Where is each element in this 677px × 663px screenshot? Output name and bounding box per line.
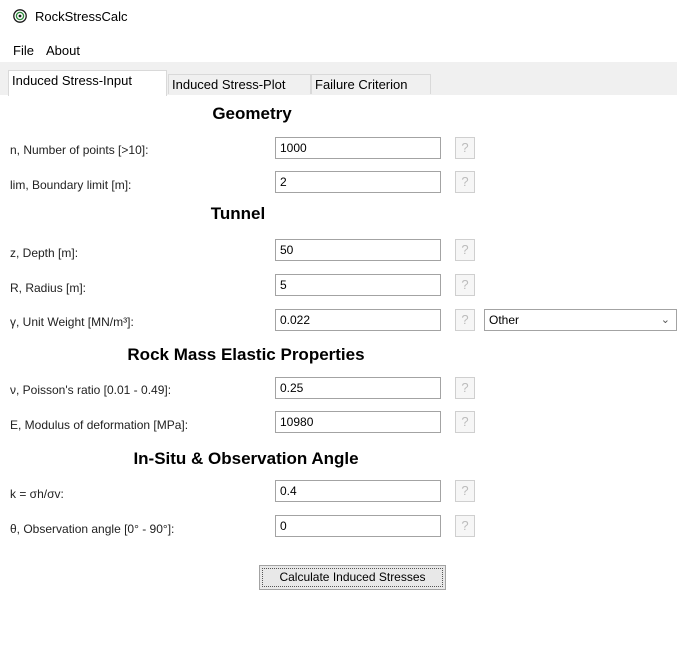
focus-ring [262, 568, 443, 587]
observation-angle-input[interactable]: 0 [275, 515, 441, 537]
unit-weight-select[interactable]: Other ⌄ [484, 309, 677, 331]
modulus-input[interactable]: 10980 [275, 411, 441, 433]
label-number-of-points: n, Number of points [>10]: [10, 143, 149, 157]
k-ratio-input[interactable]: 0.4 [275, 480, 441, 502]
radius-input[interactable]: 5 [275, 274, 441, 296]
section-insitu: In-Situ & Observation Angle [133, 449, 359, 468]
section-geometry: Geometry [212, 104, 292, 123]
label-depth: z, Depth [m]: [10, 246, 79, 260]
help-icon[interactable]: ? [455, 239, 475, 261]
help-icon[interactable]: ? [455, 480, 475, 502]
unit-weight-input[interactable]: 0.022 [275, 309, 441, 331]
help-icon[interactable]: ? [455, 411, 475, 433]
poissons-ratio-input[interactable]: 0.25 [275, 377, 441, 399]
help-icon[interactable]: ? [455, 377, 475, 399]
help-icon[interactable]: ? [455, 171, 475, 193]
label-unit-weight: γ, Unit Weight [MN/m³]: [10, 315, 134, 329]
tab-failure-criterion[interactable]: Failure Criterion [311, 74, 431, 94]
depth-input[interactable]: 50 [275, 239, 441, 261]
label-radius: R, Radius [m]: [10, 281, 87, 295]
number-of-points-input[interactable]: 1000 [275, 137, 441, 159]
menu-bar: File About [0, 36, 677, 62]
tab-induced-stress-input[interactable]: Induced Stress-Input [8, 70, 167, 96]
app-icon [13, 9, 27, 23]
help-icon[interactable]: ? [455, 309, 475, 331]
tab-induced-stress-plot[interactable]: Induced Stress-Plot [168, 74, 311, 94]
section-rock-mass: Rock Mass Elastic Properties [127, 345, 365, 364]
help-icon[interactable]: ? [455, 515, 475, 537]
label-observation-angle: θ, Observation angle [0° - 90°]: [10, 522, 175, 536]
menu-about[interactable]: About [46, 43, 80, 58]
menu-file[interactable]: File [13, 43, 34, 58]
window-title: RockStressCalc [35, 9, 128, 24]
section-tunnel: Tunnel [210, 204, 266, 223]
calculate-button[interactable]: Calculate Induced Stresses [259, 565, 446, 590]
tab-strip: Induced Stress-Input Induced Stress-Plot… [0, 62, 677, 96]
unit-weight-select-value: Other [489, 313, 520, 327]
title-bar: RockStressCalc [0, 0, 677, 36]
label-k-ratio: k = σh/σv: [10, 487, 64, 501]
label-poissons-ratio: ν, Poisson's ratio [0.01 - 0.49]: [10, 383, 172, 397]
boundary-limit-input[interactable]: 2 [275, 171, 441, 193]
help-icon[interactable]: ? [455, 137, 475, 159]
label-modulus: E, Modulus of deformation [MPa]: [10, 418, 189, 432]
help-icon[interactable]: ? [455, 274, 475, 296]
label-boundary-limit: lim, Boundary limit [m]: [10, 178, 132, 192]
chevron-down-icon: ⌄ [660, 314, 670, 326]
